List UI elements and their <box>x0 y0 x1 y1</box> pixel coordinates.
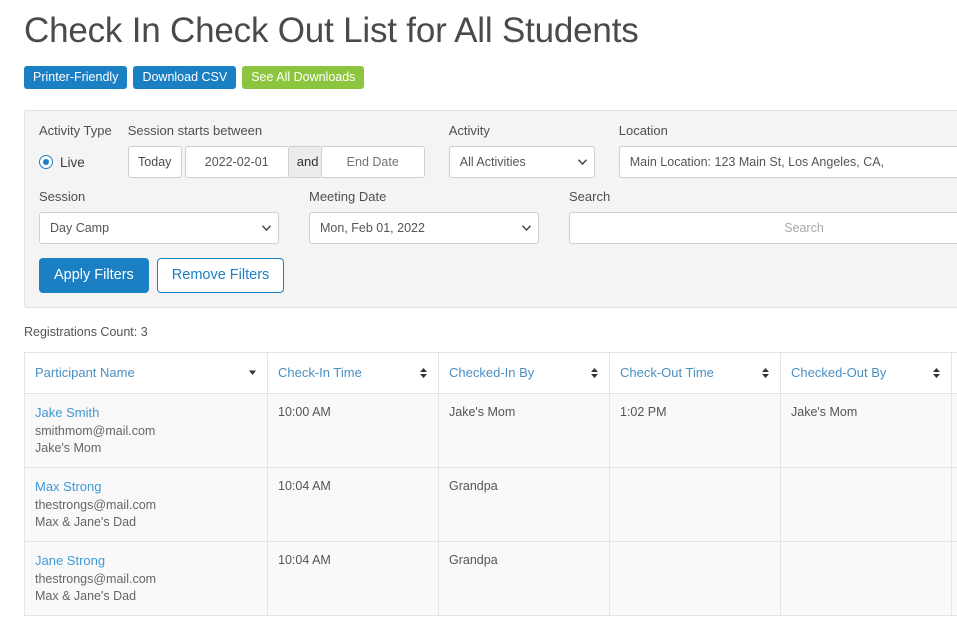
date-range-controls: Today and <box>127 146 425 178</box>
table-header-row: Participant Name Check-In Time Checked-I… <box>24 352 957 394</box>
sort-desc-icon[interactable] <box>248 367 257 378</box>
column-header-checked-out-by[interactable]: Checked-Out By <box>780 352 952 394</box>
activity-type-group: Activity Type Live <box>39 123 112 178</box>
today-button[interactable]: Today <box>127 146 182 178</box>
table-row: Jane Strong thestrongs@mail.com Max & Ja… <box>24 541 957 616</box>
sort-both-icon[interactable] <box>932 367 941 379</box>
session-select-wrap: Day Camp <box>39 212 279 244</box>
activity-group: Activity All Activities <box>448 123 595 178</box>
filter-row-1: Activity Type Live Session starts betwee… <box>39 123 957 178</box>
column-label: Checked-Out By <box>791 365 887 380</box>
participant-email: smithmom@mail.com <box>35 424 156 438</box>
participant-email: thestrongs@mail.com <box>35 572 157 586</box>
column-header-check-out-time[interactable]: Check-Out Time <box>609 352 781 394</box>
cell-participant: Jane Strong thestrongs@mail.com Max & Ja… <box>24 541 268 616</box>
registrations-count: Registrations Count: 3 <box>24 325 148 339</box>
activity-label: Activity <box>448 123 490 138</box>
cell-check-in-time: 10:04 AM <box>267 541 439 616</box>
activity-select-wrap: All Activities <box>448 146 595 178</box>
cell-checked-out-by: Jake's Mom <box>780 393 952 468</box>
session-group: Session Day Camp <box>39 189 279 244</box>
column-label: Participant Name <box>35 365 135 380</box>
sort-both-icon[interactable] <box>419 367 428 379</box>
session-starts-between-group: Session starts between Today and <box>127 123 425 178</box>
activity-type-label: Activity Type <box>39 123 112 138</box>
meeting-date-select[interactable]: Mon, Feb 01, 2022 <box>309 212 539 244</box>
radio-icon[interactable] <box>39 155 53 169</box>
start-date-input[interactable] <box>184 146 289 178</box>
cell-overflow <box>951 393 957 468</box>
column-label: Checked-In By <box>449 365 535 380</box>
activity-select[interactable]: All Activities <box>448 146 595 178</box>
column-header-check-in-time[interactable]: Check-In Time <box>267 352 439 394</box>
see-all-downloads-button[interactable]: See All Downloads <box>242 66 365 89</box>
session-select[interactable]: Day Camp <box>39 212 279 244</box>
filter-actions: Apply Filters Remove Filters <box>39 258 957 293</box>
meeting-date-label: Meeting Date <box>309 189 387 204</box>
cell-check-in-time: 10:04 AM <box>267 467 439 542</box>
page-title: Check In Check Out List for All Students <box>24 11 639 50</box>
cell-check-out-time <box>609 467 781 542</box>
location-select-wrap: Main Location: 123 Main St, Los Angeles,… <box>618 146 957 178</box>
participant-guardian: Max & Jane's Dad <box>35 589 137 603</box>
search-input[interactable] <box>569 212 957 244</box>
filter-row-2: Session Day Camp Meeting Date Mon, Feb 0… <box>39 189 957 244</box>
cell-check-out-time <box>609 541 781 616</box>
remove-filters-button[interactable]: Remove Filters <box>156 258 285 293</box>
cell-checked-out-by <box>780 467 952 542</box>
cell-checked-in-by: Jake's Mom <box>438 393 610 468</box>
table-row: Max Strong thestrongs@mail.com Max & Jan… <box>24 467 957 542</box>
printer-friendly-button[interactable]: Printer-Friendly <box>24 66 128 89</box>
activity-type-live-option[interactable]: Live <box>39 146 112 178</box>
cell-participant: Max Strong thestrongs@mail.com Max & Jan… <box>24 467 268 542</box>
sort-both-icon[interactable] <box>761 367 770 379</box>
cell-checked-out-by <box>780 541 952 616</box>
action-bar: Printer-Friendly Download CSV See All Do… <box>0 52 957 89</box>
registrations-table: Participant Name Check-In Time Checked-I… <box>24 352 957 616</box>
cell-participant: Jake Smith smithmom@mail.com Jake's Mom <box>24 393 268 468</box>
sort-both-icon[interactable] <box>590 367 599 379</box>
filter-panel: Activity Type Live Session starts betwee… <box>24 110 957 308</box>
participant-name-link[interactable]: Jake Smith <box>35 405 257 420</box>
participant-email: thestrongs@mail.com <box>35 498 157 512</box>
download-csv-button[interactable]: Download CSV <box>133 66 237 89</box>
column-label: Check-In Time <box>278 365 362 380</box>
column-header-overflow[interactable] <box>951 352 957 394</box>
cell-check-out-time: 1:02 PM <box>609 393 781 468</box>
activity-type-live-label: Live <box>60 154 85 170</box>
column-header-participant-name[interactable]: Participant Name <box>24 352 268 394</box>
session-starts-between-label: Session starts between <box>127 123 263 138</box>
and-separator-label: and <box>288 146 321 178</box>
apply-filters-button[interactable]: Apply Filters <box>39 258 149 293</box>
cell-checked-in-by: Grandpa <box>438 467 610 542</box>
column-header-checked-in-by[interactable]: Checked-In By <box>438 352 610 394</box>
search-label: Search <box>569 189 611 204</box>
location-select[interactable]: Main Location: 123 Main St, Los Angeles,… <box>618 146 957 178</box>
session-label: Session <box>39 189 86 204</box>
location-label: Location <box>618 123 668 138</box>
column-label: Check-Out Time <box>620 365 714 380</box>
page-root: Check In Check Out List for All Students… <box>0 0 957 626</box>
table-row: Jake Smith smithmom@mail.com Jake's Mom … <box>24 393 957 468</box>
registrations-table-wrap: Participant Name Check-In Time Checked-I… <box>24 352 957 616</box>
cell-check-in-time: 10:00 AM <box>267 393 439 468</box>
cell-overflow <box>951 467 957 542</box>
meeting-date-group: Meeting Date Mon, Feb 01, 2022 <box>309 189 539 244</box>
end-date-input[interactable] <box>320 146 425 178</box>
table-body: Jake Smith smithmom@mail.com Jake's Mom … <box>24 393 957 616</box>
participant-name-link[interactable]: Max Strong <box>35 479 257 494</box>
cell-overflow <box>951 541 957 616</box>
meeting-date-select-wrap: Mon, Feb 01, 2022 <box>309 212 539 244</box>
search-group: Search <box>569 189 957 244</box>
cell-checked-in-by: Grandpa <box>438 541 610 616</box>
participant-guardian: Jake's Mom <box>35 441 102 455</box>
participant-guardian: Max & Jane's Dad <box>35 515 137 529</box>
location-group: Location Main Location: 123 Main St, Los… <box>618 123 957 178</box>
participant-name-link[interactable]: Jane Strong <box>35 553 257 568</box>
